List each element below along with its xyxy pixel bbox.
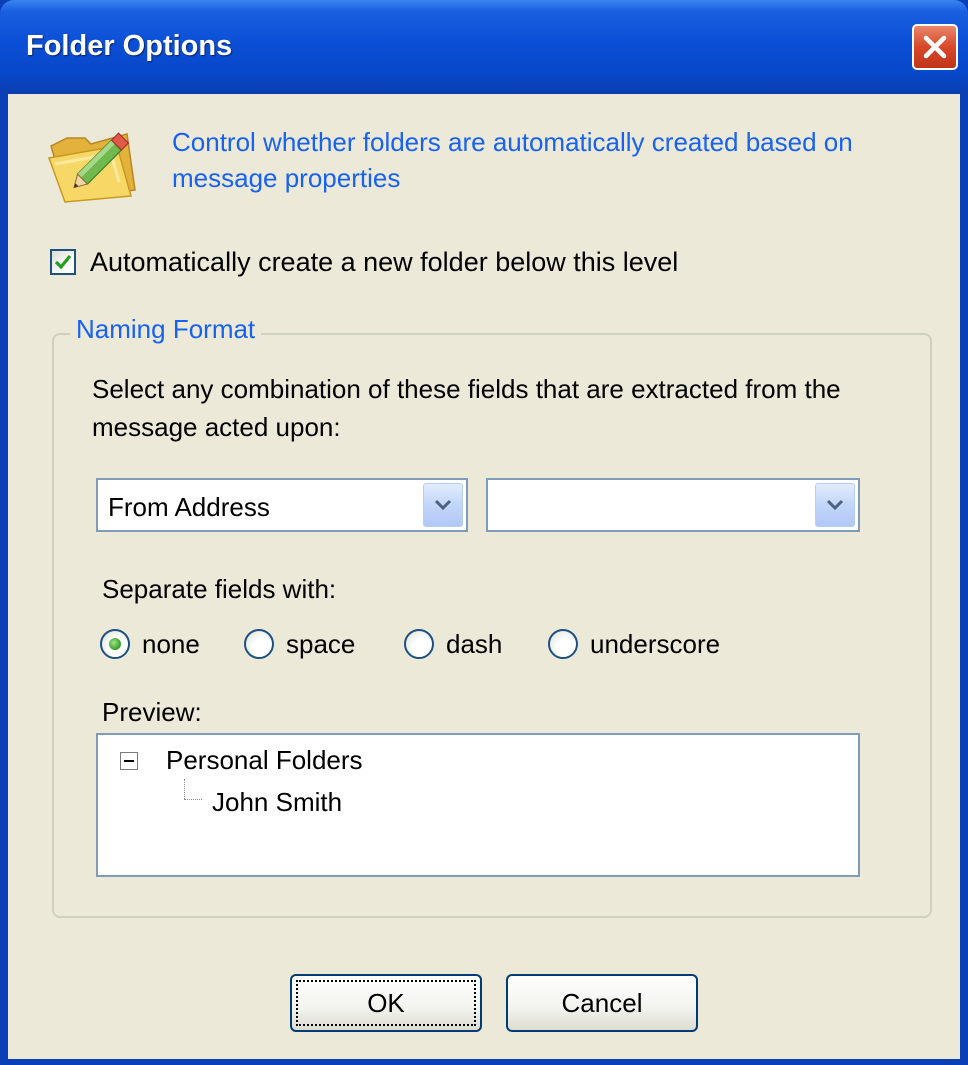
dialog-description: Control whether folders are automaticall… bbox=[172, 127, 853, 193]
separator-label: Separate fields with: bbox=[102, 574, 337, 604]
radio-label-dash: dash bbox=[446, 628, 503, 659]
title-bar[interactable]: Folder Options bbox=[0, 0, 968, 94]
close-icon bbox=[923, 35, 947, 59]
preview-label: Preview: bbox=[102, 697, 202, 727]
separator-option-none[interactable]: none bbox=[100, 624, 200, 664]
field2-dropdown[interactable] bbox=[486, 478, 860, 532]
radio-label-none: none bbox=[142, 628, 200, 659]
radio-dash[interactable] bbox=[404, 629, 434, 659]
close-button[interactable] bbox=[912, 24, 958, 70]
folder-edit-icon bbox=[47, 132, 136, 203]
radio-label-underscore: underscore bbox=[590, 628, 721, 659]
naming-instructions: Select any combination of these fields t… bbox=[92, 374, 841, 442]
naming-format-legend: Naming Format bbox=[70, 314, 262, 345]
radio-space[interactable] bbox=[244, 629, 274, 659]
preview-tree[interactable]: Personal Folders John Smith bbox=[96, 733, 860, 877]
auto-create-checkbox[interactable] bbox=[50, 249, 76, 275]
auto-create-label: Automatically create a new folder below … bbox=[90, 246, 679, 277]
radio-label-space: space bbox=[286, 628, 356, 659]
tree-connector bbox=[184, 779, 185, 799]
radio-underscore[interactable] bbox=[548, 629, 578, 659]
ok-button-label: OK bbox=[367, 987, 405, 1018]
cancel-button[interactable]: Cancel bbox=[506, 974, 698, 1032]
radio-none[interactable] bbox=[100, 629, 130, 659]
checkmark-icon bbox=[54, 254, 72, 270]
radio-selected-dot bbox=[109, 638, 121, 650]
cancel-button-label: Cancel bbox=[561, 987, 643, 1018]
separator-option-dash[interactable]: dash bbox=[404, 624, 502, 664]
tree-node-root[interactable]: Personal Folders bbox=[166, 745, 363, 776]
field1-dropdown[interactable]: From Address bbox=[96, 478, 468, 532]
separator-option-underscore[interactable]: underscore bbox=[548, 624, 720, 664]
ok-button[interactable]: OK bbox=[290, 974, 482, 1032]
folder-options-window: Folder Options Control whether folders a… bbox=[0, 0, 968, 1065]
chevron-down-icon bbox=[434, 499, 452, 511]
field2-dropdown-button[interactable] bbox=[815, 483, 855, 527]
separator-option-space[interactable]: space bbox=[244, 624, 355, 664]
chevron-down-icon bbox=[826, 499, 844, 511]
field1-value: From Address bbox=[108, 492, 270, 522]
window-title: Folder Options bbox=[26, 30, 233, 62]
field1-dropdown-button[interactable] bbox=[423, 483, 463, 527]
tree-node-child[interactable]: John Smith bbox=[212, 787, 342, 818]
tree-connector bbox=[184, 799, 202, 800]
collapse-toggle-icon[interactable] bbox=[120, 752, 138, 770]
auto-create-folder-option[interactable]: Automatically create a new folder below … bbox=[50, 244, 678, 280]
